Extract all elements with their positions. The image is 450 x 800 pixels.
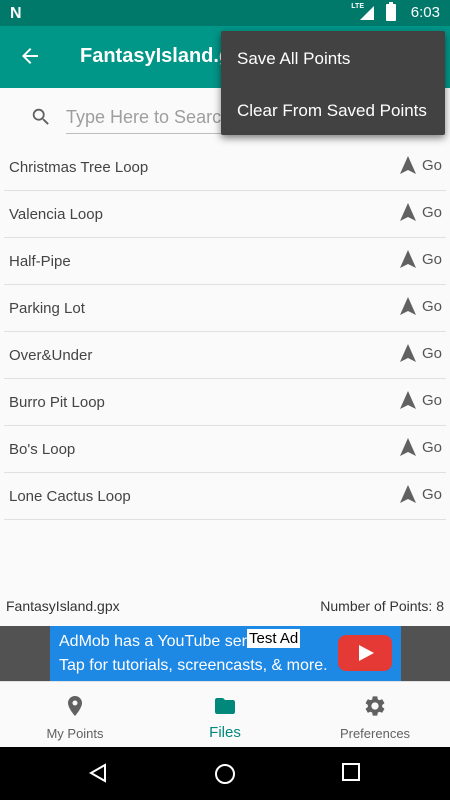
list-item[interactable]: Burro Pit Loop Go bbox=[4, 379, 446, 426]
list-item[interactable]: Parking Lot Go bbox=[4, 285, 446, 332]
navigation-arrow-icon bbox=[399, 438, 416, 456]
bottom-navigation: My Points Files Preferences bbox=[0, 681, 450, 747]
folder-icon bbox=[215, 698, 235, 714]
back-triangle-icon[interactable] bbox=[88, 763, 108, 783]
location-pin-icon bbox=[68, 696, 82, 716]
go-button[interactable]: Go bbox=[399, 485, 442, 503]
tab-preferences[interactable]: Preferences bbox=[300, 682, 450, 748]
point-name: Over&Under bbox=[9, 347, 93, 364]
home-circle-icon[interactable] bbox=[214, 763, 236, 785]
go-label: Go bbox=[421, 203, 442, 221]
go-button[interactable]: Go bbox=[399, 438, 442, 456]
status-bar: N LTE 6:03 bbox=[0, 0, 450, 26]
navigation-arrow-icon bbox=[399, 297, 416, 315]
point-name: Half-Pipe bbox=[9, 253, 71, 270]
point-name: Valencia Loop bbox=[9, 206, 103, 223]
file-name: FantasyIsland.gpx bbox=[6, 598, 120, 614]
test-ad-badge: Test Ad bbox=[247, 629, 301, 648]
tab-label: Preferences bbox=[339, 726, 411, 741]
point-name: Lone Cactus Loop bbox=[9, 488, 131, 505]
go-button[interactable]: Go bbox=[399, 297, 442, 315]
youtube-play-icon bbox=[338, 635, 392, 671]
go-label: Go bbox=[421, 297, 442, 315]
system-navigation-bar bbox=[0, 747, 450, 800]
list-item[interactable]: Over&Under Go bbox=[4, 332, 446, 379]
list-item[interactable]: Valencia Loop Go bbox=[4, 191, 446, 238]
point-name: Bo's Loop bbox=[9, 441, 76, 458]
signal-icon bbox=[360, 6, 374, 20]
navigation-arrow-icon bbox=[399, 391, 416, 409]
go-button[interactable]: Go bbox=[399, 156, 442, 174]
menu-item-clear-saved-points[interactable]: Clear From Saved Points bbox=[237, 101, 427, 121]
notification-n-icon: N bbox=[10, 5, 22, 22]
go-label: Go bbox=[421, 250, 442, 268]
point-name: Christmas Tree Loop bbox=[9, 159, 149, 176]
tab-my-points[interactable]: My Points bbox=[0, 682, 150, 748]
tab-files[interactable]: Files bbox=[150, 682, 300, 748]
list-item[interactable]: Half-Pipe Go bbox=[4, 238, 446, 285]
navigation-arrow-icon bbox=[399, 250, 416, 268]
file-info-bar: FantasyIsland.gpx Number of Points: 8 bbox=[0, 596, 450, 616]
go-label: Go bbox=[421, 438, 442, 456]
point-name: Parking Lot bbox=[9, 300, 85, 317]
navigation-arrow-icon bbox=[399, 344, 416, 362]
go-button[interactable]: Go bbox=[399, 203, 442, 221]
list-item[interactable]: Bo's Loop Go bbox=[4, 426, 446, 473]
ad-line-2: Tap for tutorials, screencasts, & more. bbox=[59, 657, 328, 674]
points-list: Christmas Tree Loop Go Valencia Loop Go … bbox=[4, 144, 446, 520]
go-button[interactable]: Go bbox=[399, 250, 442, 268]
ad-line-1: AdMob has a YouTube series! bbox=[59, 633, 272, 650]
tab-label: My Points bbox=[46, 726, 104, 741]
ad-content[interactable]: AdMob has a YouTube series! Tap for tuto… bbox=[50, 626, 401, 681]
go-button[interactable]: Go bbox=[399, 391, 442, 409]
tab-label: Files bbox=[209, 724, 241, 741]
point-name: Burro Pit Loop bbox=[9, 394, 105, 411]
navigation-arrow-icon bbox=[399, 203, 416, 221]
navigation-arrow-icon bbox=[399, 485, 416, 503]
recents-square-icon[interactable] bbox=[342, 763, 360, 781]
go-label: Go bbox=[421, 344, 442, 362]
go-label: Go bbox=[421, 485, 442, 503]
go-label: Go bbox=[421, 156, 442, 174]
gear-icon bbox=[365, 696, 385, 716]
ad-banner[interactable]: AdMob has a YouTube series! Tap for tuto… bbox=[0, 626, 450, 681]
list-item[interactable]: Christmas Tree Loop Go bbox=[4, 144, 446, 191]
points-count: Number of Points: 8 bbox=[320, 598, 444, 614]
search-icon bbox=[32, 108, 49, 125]
go-label: Go bbox=[421, 391, 442, 409]
back-arrow-icon[interactable] bbox=[18, 44, 42, 68]
status-time: 6:03 bbox=[410, 4, 440, 21]
list-item[interactable]: Lone Cactus Loop Go bbox=[4, 473, 446, 520]
overflow-menu: Save All Points Clear From Saved Points bbox=[221, 31, 445, 135]
battery-icon bbox=[386, 2, 396, 21]
go-button[interactable]: Go bbox=[399, 344, 442, 362]
navigation-arrow-icon bbox=[399, 156, 416, 174]
menu-item-save-all-points[interactable]: Save All Points bbox=[237, 49, 350, 69]
